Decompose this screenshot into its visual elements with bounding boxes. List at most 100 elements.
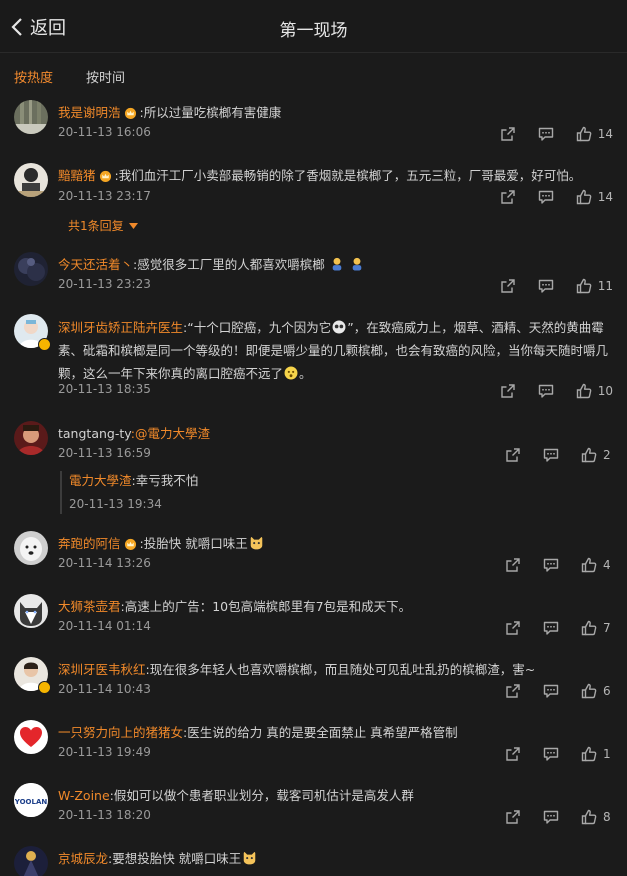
username[interactable]: 京城辰龙 (58, 851, 108, 866)
comment-icon[interactable] (543, 683, 559, 699)
avatar[interactable] (14, 531, 48, 565)
comment-item: tangtang-ty:@電力大學渣 20-11-13 16:59 2 電力大學… (0, 421, 627, 517)
comment-actions: 8 (483, 808, 613, 826)
avatar[interactable] (14, 100, 48, 134)
cat-face-emoji-icon (250, 536, 262, 550)
comment-text: :感觉很多工厂里的人都喜欢嚼槟榔 (133, 257, 325, 272)
comment-text-line: 奔跑的阿信 :投胎快 就嚼口味王 (58, 533, 615, 555)
top-bar: 返回 第一现场 (0, 0, 627, 53)
quoted-text-line: 電力大學渣:幸亏我不怕 (69, 471, 609, 491)
like-icon[interactable] (581, 746, 597, 762)
share-icon[interactable] (505, 746, 521, 762)
share-icon[interactable] (505, 447, 521, 463)
sort-tab-hot[interactable]: 按热度 (14, 67, 53, 86)
share-icon[interactable] (505, 557, 521, 573)
share-icon[interactable] (500, 383, 516, 399)
avatar[interactable] (14, 720, 48, 754)
mention-link[interactable]: :@電力大學渣 (131, 426, 210, 441)
like-icon[interactable] (581, 809, 597, 825)
username[interactable]: 深圳牙齿矫正陆卉医生 (58, 320, 183, 335)
view-replies-link[interactable]: 共1条回复 (68, 217, 139, 234)
username[interactable]: 我是谢明浩 (58, 105, 121, 120)
username[interactable]: 一只努力向上的猪猪女 (58, 725, 183, 740)
comment-icon[interactable] (543, 620, 559, 636)
avatar[interactable]: YOOLAN (14, 783, 48, 817)
avatar[interactable] (14, 252, 48, 286)
comment-item: 京城辰龙:要想投胎快 就嚼口味王 (0, 846, 627, 876)
comment-icon[interactable] (538, 189, 554, 205)
comment-item: 深圳牙齿矫正陆卉医生:“十个口腔癌，九个因为它 ”，在致癌威力上，烟草、酒精、天然… (0, 314, 627, 404)
sort-bar: 按热度 按时间 (0, 52, 627, 98)
avatar[interactable] (14, 163, 48, 197)
share-icon[interactable] (500, 126, 516, 142)
comment-text-line: W-Zoine:假如可以做个患者职业划分，载客司机估计是高发人群 (58, 785, 615, 807)
username[interactable]: tangtang-ty (58, 426, 131, 441)
comment-text-line: tangtang-ty:@電力大學渣 (58, 423, 615, 445)
like-icon[interactable] (576, 189, 592, 205)
username[interactable]: 深圳牙医韦秋红 (58, 662, 146, 677)
comment-item: 奔跑的阿信:投胎快 就嚼口味王 20-11-14 13:26 4 (0, 531, 627, 583)
comment-text: :我们血汗工厂小卖部最畅销的除了香烟就是槟榔了，五元三粒，厂哥最爱，好可怕。 (114, 168, 582, 183)
avatar[interactable] (14, 594, 48, 628)
share-icon[interactable] (505, 809, 521, 825)
quoted-comment[interactable]: 電力大學渣:幸亏我不怕 20-11-13 19:34 (60, 471, 609, 514)
share-icon[interactable] (500, 189, 516, 205)
username[interactable]: W-Zoine (58, 788, 110, 803)
skull-emoji-icon (332, 320, 346, 334)
share-icon[interactable] (505, 620, 521, 636)
username[interactable]: 今天还活着丶 (58, 257, 133, 272)
share-icon[interactable] (500, 278, 516, 294)
comment-time: 20-11-13 19:49 (58, 745, 151, 759)
comment-item: 我是谢明浩 :所以过量吃槟榔有害健康 20-11-13 16:06 14 (0, 100, 627, 152)
like-count: 14 (597, 190, 613, 204)
comment-time: 20-11-13 18:20 (58, 808, 151, 822)
avatar[interactable] (14, 421, 48, 455)
comment-time: 20-11-13 16:06 (58, 125, 151, 139)
comment-text: :所以过量吃槟榔有害健康 (139, 105, 282, 120)
comment-item: 深圳牙医韦秋红:现在很多年轻人也喜欢嚼槟榔，而且随处可见乱吐乱扔的槟榔渣，害~ … (0, 657, 627, 709)
comment-text: :“十个口腔癌，九个因为它 (183, 320, 332, 335)
comment-item: 一只努力向上的猪猪女:医生说的给力 真的是要全面禁止 真希望严格管制 20-11… (0, 720, 627, 772)
username[interactable]: 大狮茶壶君 (58, 599, 121, 614)
like-icon[interactable] (581, 683, 597, 699)
comment-icon[interactable] (538, 383, 554, 399)
comment-icon[interactable] (543, 746, 559, 762)
replies-count-label: 共1条回复 (68, 219, 124, 233)
username[interactable]: 奔跑的阿信 (58, 536, 121, 551)
like-icon[interactable] (576, 383, 592, 399)
comment-text: :医生说的给力 真的是要全面禁止 真希望严格管制 (183, 725, 458, 740)
page-title: 第一现场 (279, 21, 348, 41)
comment-actions: 4 (483, 556, 613, 574)
comment-actions: 14 (478, 188, 613, 206)
comment-icon[interactable] (543, 809, 559, 825)
like-count: 8 (603, 810, 611, 824)
comment-icon[interactable] (538, 126, 554, 142)
comment-time: 20-11-13 23:17 (58, 189, 151, 203)
comment-icon[interactable] (543, 447, 559, 463)
like-icon[interactable] (581, 447, 597, 463)
crown-badge-icon (124, 107, 137, 119)
like-icon[interactable] (581, 557, 597, 573)
crown-badge-icon (124, 538, 137, 550)
comment-text-line: 京城辰龙:要想投胎快 就嚼口味王 (58, 848, 615, 870)
quoted-username[interactable]: 電力大學渣 (69, 473, 132, 488)
share-icon[interactable] (505, 683, 521, 699)
person-emoji-icon (352, 257, 362, 271)
comment-icon[interactable] (538, 278, 554, 294)
username[interactable]: 黯黯猪 (58, 168, 96, 183)
crown-badge-icon (99, 170, 112, 182)
comment-text-line: 我是谢明浩 :所以过量吃槟榔有害健康 (58, 102, 615, 124)
comment-text: :投胎快 就嚼口味王 (139, 536, 248, 551)
like-icon[interactable] (576, 278, 592, 294)
quoted-text: :幸亏我不怕 (131, 473, 199, 488)
like-icon[interactable] (581, 620, 597, 636)
avatar[interactable] (14, 846, 48, 876)
sort-tab-time[interactable]: 按时间 (86, 67, 125, 86)
comment-item: 今天还活着丶:感觉很多工厂里的人都喜欢嚼槟榔 20-11-13 23:23 11 (0, 252, 627, 304)
comment-item: YOOLAN W-Zoine:假如可以做个患者职业划分，载客司机估计是高发人群 … (0, 783, 627, 835)
comment-actions: 11 (478, 277, 613, 295)
like-count: 4 (603, 558, 611, 572)
like-count: 14 (597, 127, 613, 141)
comment-icon[interactable] (543, 557, 559, 573)
like-icon[interactable] (576, 126, 592, 142)
